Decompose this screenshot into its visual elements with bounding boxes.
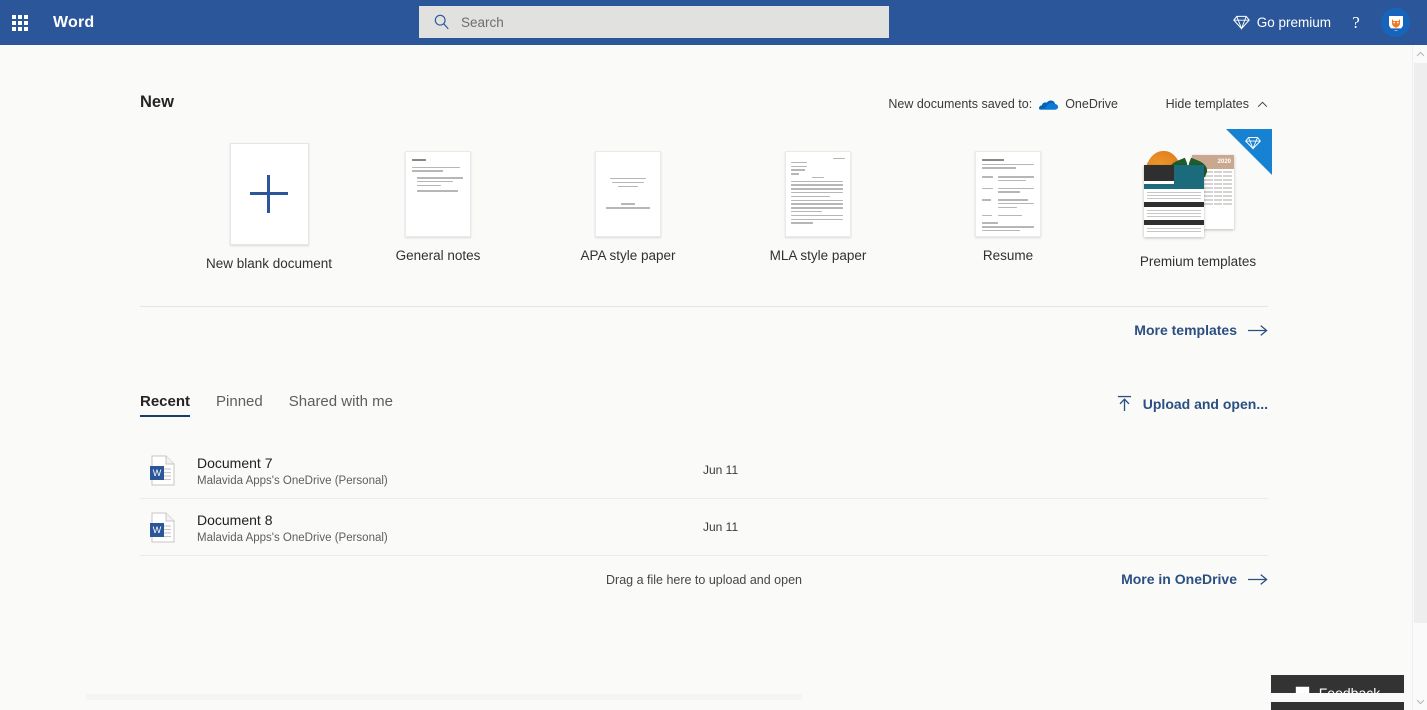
template-premium-templates[interactable]: 2020 Premium templates — [1118, 129, 1278, 269]
template-label: Resume — [982, 248, 1034, 263]
horizontal-scrollbar[interactable] — [0, 693, 1412, 702]
more-templates-label: More templates — [1134, 322, 1237, 338]
apa-style-paper-thumbnail — [595, 151, 661, 237]
tab-recent[interactable]: Recent — [140, 393, 191, 417]
document-location: Malavida Apps's OneDrive (Personal) — [197, 474, 388, 487]
chevron-up-icon — [1416, 51, 1425, 56]
recent-footer: Drag a file here to upload and open More… — [140, 565, 1268, 609]
scroll-up-arrow[interactable] — [1413, 45, 1427, 62]
resume-thumbnail — [975, 151, 1041, 237]
diamond-icon — [1232, 15, 1250, 30]
template-label: MLA style paper — [769, 248, 867, 263]
hide-templates-button[interactable]: Hide templates — [1166, 97, 1268, 111]
table-row[interactable]: W Document 7 Malavida Apps's OneDrive (P… — [140, 442, 1268, 499]
upload-arrow-icon — [1117, 395, 1131, 411]
arrow-right-icon — [1248, 573, 1268, 585]
document-info: Document 7 Malavida Apps's OneDrive (Per… — [197, 454, 388, 487]
documents-saved-to: New documents saved to: OneDrive — [888, 97, 1118, 111]
premium-diamond-icon — [1245, 137, 1261, 150]
document-name: Document 8 — [197, 511, 273, 528]
onedrive-label: OneDrive — [1065, 97, 1118, 111]
mla-style-paper-thumbnail — [785, 151, 851, 237]
more-templates-link[interactable]: More templates — [140, 307, 1268, 353]
help-button[interactable]: ? — [1339, 13, 1373, 33]
go-premium-label: Go premium — [1256, 15, 1331, 30]
svg-text:W: W — [153, 525, 162, 535]
document-name: Document 7 — [197, 454, 273, 471]
premium-templates-thumbnail: 2020 — [1144, 129, 1272, 243]
document-info: Document 8 Malavida Apps's OneDrive (Per… — [197, 511, 388, 544]
upload-and-open-label: Upload and open... — [1142, 395, 1268, 412]
arrow-right-icon — [1248, 324, 1268, 336]
template-gallery: New blank document General notes APA sty… — [140, 129, 1272, 288]
malavida-fox-avatar-icon — [1388, 15, 1403, 31]
template-resume[interactable]: Resume — [928, 151, 1088, 263]
recent-documents-list: W Document 7 Malavida Apps's OneDrive (P… — [140, 442, 1268, 556]
template-general-notes[interactable]: General notes — [358, 151, 518, 263]
document-date: Jun 11 — [703, 520, 739, 534]
page-body: New New documents saved to: OneDrive Hid… — [0, 45, 1412, 702]
scroll-down-arrow[interactable] — [1413, 693, 1427, 710]
app-header: Word Go premium ? — [0, 0, 1427, 45]
content-column: New New documents saved to: OneDrive Hid… — [140, 45, 1272, 609]
template-mla-style-paper[interactable]: MLA style paper — [738, 151, 898, 263]
app-launcher-grid-icon — [12, 14, 28, 31]
template-label: New blank document — [205, 256, 333, 271]
recent-tabs: Recent Pinned Shared with me — [140, 393, 1268, 417]
horizontal-scrollbar-thumb[interactable] — [86, 694, 802, 700]
more-in-onedrive-link[interactable]: More in OneDrive — [1121, 571, 1268, 587]
resume-header-accent — [1174, 165, 1204, 187]
avatar[interactable] — [1381, 8, 1410, 37]
saved-to-label: New documents saved to: — [888, 97, 1033, 111]
page-title: New — [140, 93, 174, 111]
search-input[interactable] — [419, 6, 889, 38]
template-label: General notes — [395, 248, 481, 263]
vertical-scrollbar[interactable] — [1412, 45, 1427, 710]
plus-icon — [250, 175, 288, 213]
app-launcher-button[interactable] — [0, 0, 40, 45]
vertical-scrollbar-thumb[interactable] — [1414, 63, 1427, 623]
document-location: Malavida Apps's OneDrive (Personal) — [197, 531, 388, 544]
word-document-icon: W — [140, 455, 186, 486]
resume-template-preview — [1144, 165, 1204, 237]
more-in-onedrive-label: More in OneDrive — [1121, 571, 1237, 587]
upload-and-open-button[interactable]: Upload and open... — [1117, 395, 1268, 412]
tab-pinned[interactable]: Pinned — [216, 393, 263, 417]
go-premium-button[interactable]: Go premium — [1225, 11, 1339, 34]
chevron-up-icon — [1257, 101, 1268, 107]
header-right-actions: Go premium ? — [1225, 0, 1427, 45]
tab-shared-with-me[interactable]: Shared with me — [289, 393, 393, 417]
table-row[interactable]: W Document 8 Malavida Apps's OneDrive (P… — [140, 499, 1268, 556]
recent-section-header: Recent Pinned Shared with me Upload and … — [140, 393, 1268, 429]
general-notes-thumbnail — [405, 151, 471, 237]
new-section-header: New New documents saved to: OneDrive Hid… — [140, 91, 1268, 139]
template-apa-style-paper[interactable]: APA style paper — [548, 151, 708, 263]
hide-templates-label: Hide templates — [1165, 97, 1249, 111]
template-new-blank-document[interactable]: New blank document — [189, 143, 349, 271]
blank-document-thumbnail — [229, 143, 309, 245]
document-date: Jun 11 — [703, 463, 739, 477]
word-document-icon: W — [140, 512, 186, 543]
svg-text:W: W — [153, 468, 162, 478]
search-container — [419, 6, 889, 38]
template-label: Premium templates — [1139, 254, 1257, 269]
app-title: Word — [53, 13, 95, 31]
template-label: APA style paper — [580, 248, 676, 263]
resume-section-bar — [1144, 220, 1204, 226]
drag-file-hint: Drag a file here to upload and open — [606, 573, 802, 587]
resume-section-bar — [1144, 202, 1204, 208]
chevron-down-icon — [1416, 699, 1425, 704]
onedrive-cloud-icon — [1039, 99, 1059, 110]
